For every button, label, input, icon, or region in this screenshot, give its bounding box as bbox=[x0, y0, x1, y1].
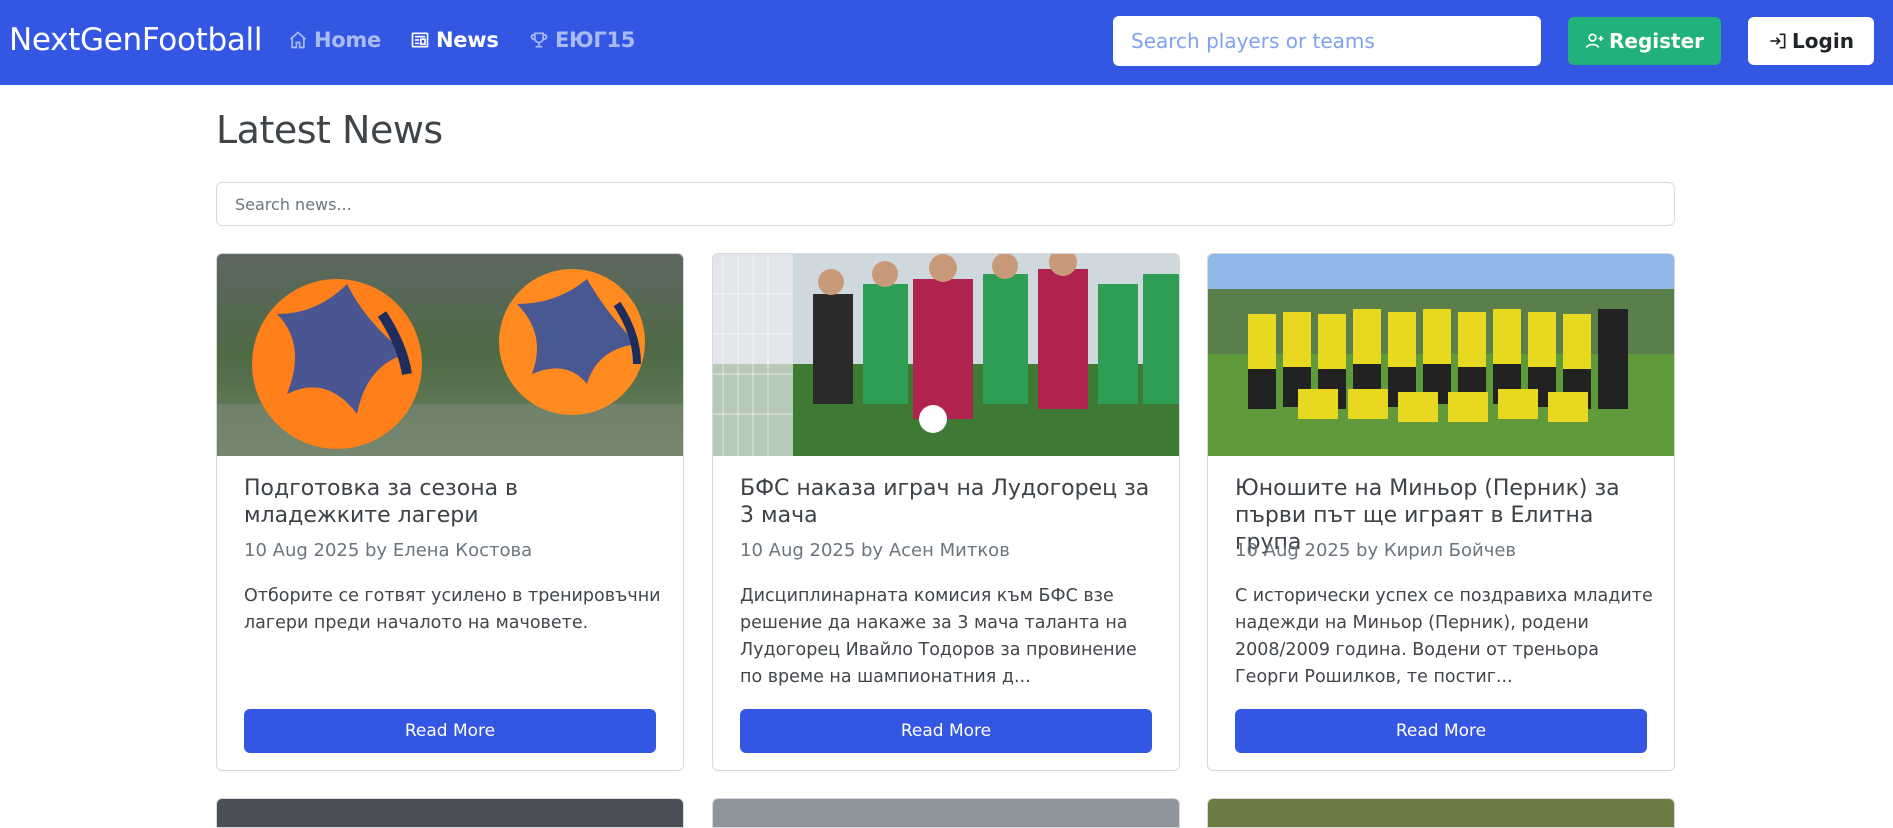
news-image-team-photo[interactable] bbox=[1208, 254, 1674, 456]
news-meta: 10 Aug 2025 by Кирил Бойчев bbox=[1235, 540, 1517, 561]
news-card: Юношите на Миньор (Перник) за първи път … bbox=[1207, 253, 1675, 771]
news-excerpt: Дисциплинарната комисия към БФС взе реше… bbox=[740, 586, 1137, 687]
news-card: БФС наказа играч на Лудогорец за 3 мача … bbox=[712, 253, 1180, 771]
news-meta: 10 Aug 2025 by Елена Костова bbox=[244, 540, 533, 561]
nav-item-euog15[interactable]: ЕЮГ15 bbox=[529, 28, 635, 52]
news-title[interactable]: БФС наказа играч на Лудогорец за 3 мача bbox=[740, 475, 1160, 529]
news-card-partial[interactable] bbox=[216, 798, 684, 828]
news-card: Подготовка за сезона в младежките лагери… bbox=[216, 253, 684, 771]
news-image-footballs[interactable] bbox=[217, 254, 683, 456]
nav-label-euog15: ЕЮГ15 bbox=[555, 28, 636, 52]
read-more-button[interactable]: Read More bbox=[740, 709, 1152, 753]
nav-label-news: News bbox=[436, 28, 499, 52]
login-button[interactable]: Login bbox=[1748, 17, 1874, 65]
news-search-input[interactable] bbox=[216, 182, 1675, 226]
page-title: Latest News bbox=[216, 108, 443, 152]
trophy-icon bbox=[530, 32, 548, 48]
login-icon bbox=[1770, 33, 1786, 49]
register-button[interactable]: Register bbox=[1568, 17, 1721, 65]
news-excerpt: Отборите се готвят усилено в тренировъчн… bbox=[244, 586, 661, 633]
nav-item-home[interactable]: Home bbox=[288, 28, 381, 52]
news-meta: 10 Aug 2025 by Асен Митков bbox=[740, 540, 1010, 561]
news-title[interactable]: Подготовка за сезона в младежките лагери bbox=[244, 475, 664, 529]
user-plus-icon bbox=[1585, 33, 1604, 48]
brand-logo[interactable]: NextGenFootball bbox=[9, 22, 262, 58]
player-team-search-input[interactable] bbox=[1113, 16, 1541, 66]
read-more-button[interactable]: Read More bbox=[1235, 709, 1647, 753]
nav-item-news[interactable]: News bbox=[410, 28, 499, 52]
news-image-match[interactable] bbox=[713, 254, 1179, 456]
read-more-button[interactable]: Read More bbox=[244, 709, 656, 753]
login-label: Login bbox=[1792, 29, 1854, 53]
navbar: NextGenFootball Home News ЕЮГ15 Search p… bbox=[0, 0, 1893, 85]
newspaper-icon bbox=[411, 32, 429, 48]
register-label: Register bbox=[1608, 29, 1705, 53]
news-card-partial[interactable] bbox=[712, 798, 1180, 828]
nav-label-home: Home bbox=[314, 28, 381, 52]
news-excerpt: С исторически успех се поздравиха младит… bbox=[1235, 586, 1653, 687]
news-card-partial[interactable] bbox=[1207, 798, 1675, 828]
home-icon bbox=[289, 31, 307, 49]
